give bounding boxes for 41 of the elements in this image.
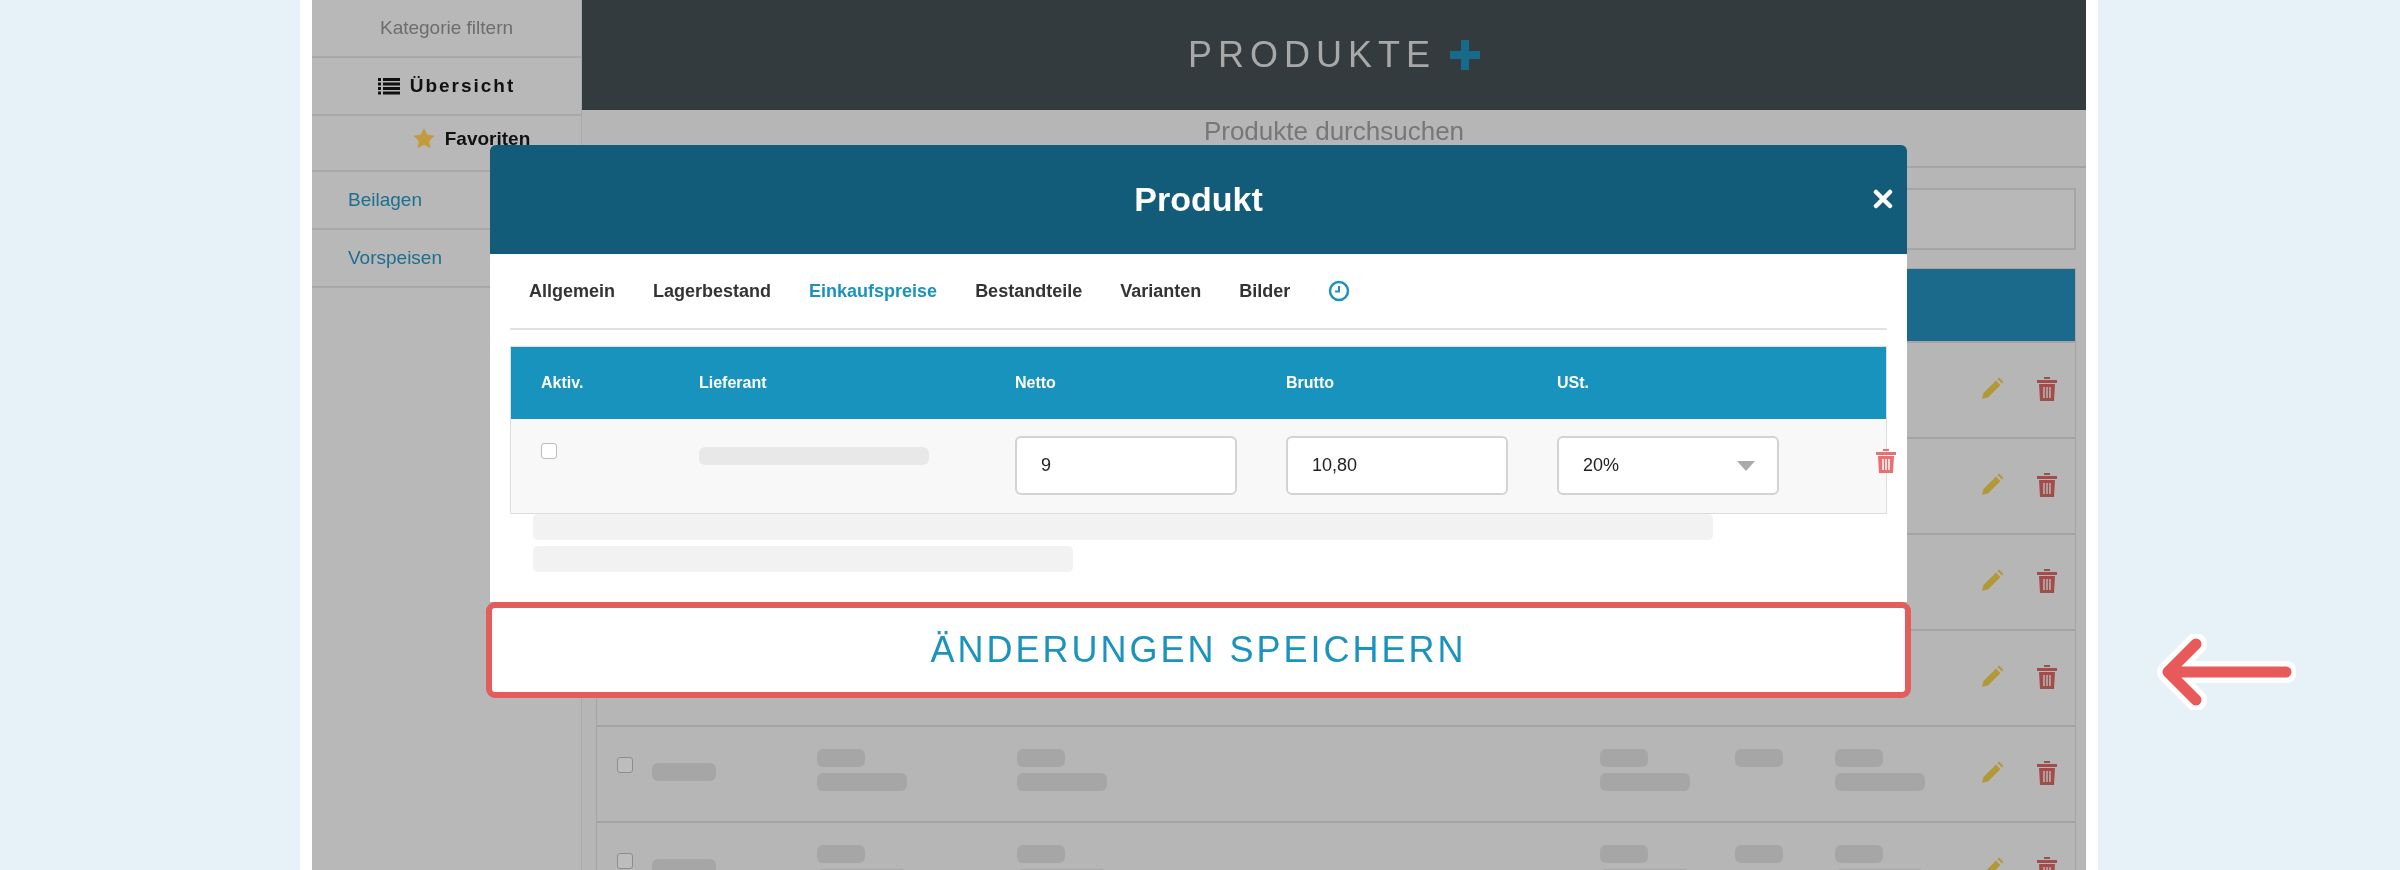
trash-icon[interactable] bbox=[1876, 449, 1896, 473]
arrow-icon bbox=[2156, 634, 2296, 710]
brutto-field[interactable]: 10,80 bbox=[1286, 436, 1508, 495]
page-title: PRODUKTE bbox=[1188, 34, 1436, 76]
trash-icon[interactable] bbox=[2037, 377, 2057, 401]
column-header: Lieferant bbox=[699, 374, 767, 392]
sidebar-item-label: Favoriten bbox=[444, 128, 531, 150]
tab[interactable]: Bestandteile bbox=[956, 271, 1102, 311]
column-header: Brutto bbox=[1286, 374, 1334, 392]
pencil-icon[interactable] bbox=[1980, 377, 2004, 401]
trash-icon[interactable] bbox=[2037, 569, 2057, 593]
tab[interactable]: Einkaufspreise bbox=[790, 271, 957, 311]
sidebar-item-label: Übersicht bbox=[409, 75, 516, 97]
dialog-title: Produkt bbox=[1134, 180, 1263, 219]
checkbox[interactable] bbox=[617, 853, 633, 869]
pencil-icon[interactable] bbox=[1980, 473, 2004, 497]
sidebar-item[interactable]: Übersicht bbox=[312, 58, 581, 116]
star-icon bbox=[412, 128, 435, 149]
pencil-icon[interactable] bbox=[1980, 569, 2004, 593]
filter-label: Kategorie filtern bbox=[312, 0, 581, 58]
column-header: Aktiv. bbox=[541, 374, 584, 392]
column-header: Netto bbox=[1015, 374, 1056, 392]
tab[interactable]: Lagerbestand bbox=[634, 271, 791, 311]
vat-dropdown[interactable]: 20% bbox=[1557, 436, 1779, 495]
checkbox[interactable] bbox=[541, 443, 557, 459]
netto-field[interactable]: 9 bbox=[1015, 436, 1237, 495]
add-icon[interactable] bbox=[1450, 40, 1480, 70]
caret-icon bbox=[1737, 460, 1755, 471]
trash-icon[interactable] bbox=[2037, 473, 2057, 497]
checkbox[interactable] bbox=[617, 757, 633, 773]
trash-icon[interactable] bbox=[2037, 665, 2057, 689]
close-icon[interactable] bbox=[1873, 189, 1893, 209]
clock-icon bbox=[1328, 280, 1351, 302]
list-icon bbox=[377, 77, 400, 95]
pencil-icon[interactable] bbox=[1980, 761, 2004, 785]
tab[interactable]: Bilder bbox=[1220, 271, 1310, 311]
save-button[interactable]: ÄNDERUNGEN SPEICHERN bbox=[486, 602, 1911, 698]
pencil-icon[interactable] bbox=[1980, 665, 2004, 689]
tab[interactable]: Varianten bbox=[1101, 271, 1221, 311]
column-header: USt. bbox=[1557, 374, 1589, 392]
trash-icon[interactable] bbox=[2037, 761, 2057, 785]
